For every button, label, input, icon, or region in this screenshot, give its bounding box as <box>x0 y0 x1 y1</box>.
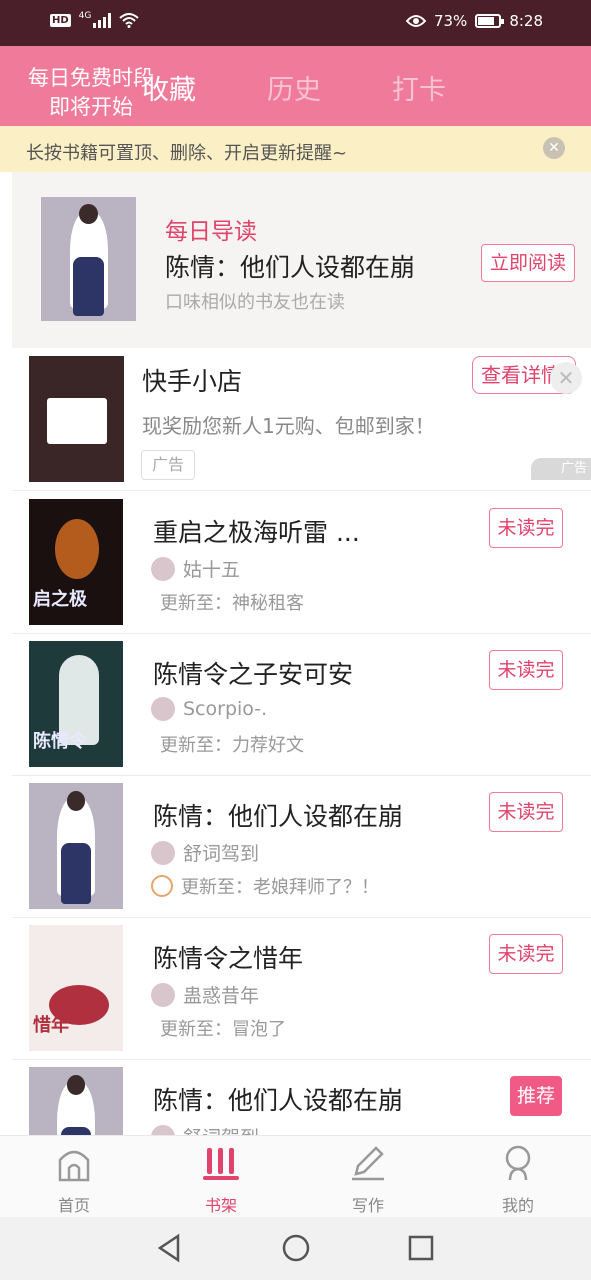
nav-profile-label: 我的 <box>501 1196 534 1215</box>
book-update: 更新至：老娘拜师了？！ <box>151 873 379 899</box>
clock-icon <box>151 875 173 897</box>
book-row[interactable]: 陈情：他们人设都在崩 舒词驾到 更新至：老娘拜师了？！ 未读完 <box>0 775 591 917</box>
eye-icon <box>405 15 426 27</box>
book-author: Scorpio-. <box>151 697 267 721</box>
close-ad-icon[interactable]: ✕ <box>550 362 582 394</box>
home-circle-icon[interactable] <box>281 1233 311 1263</box>
avatar <box>151 556 175 581</box>
recents-icon[interactable] <box>407 1233 435 1263</box>
book-title: 陈情：他们人设都在崩 <box>153 1086 404 1115</box>
unread-status-button[interactable]: 未读完 <box>489 508 563 548</box>
guide-subtitle: 口味相似的书友也在读 <box>165 292 345 313</box>
avatar <box>151 697 175 721</box>
unread-status-button[interactable]: 未读完 <box>489 934 563 974</box>
book-author: 舒词驾到 <box>151 839 259 866</box>
book-update: 更新至：神秘租客 <box>160 593 304 614</box>
book-update: 更新至：冒泡了 <box>160 1019 286 1040</box>
bookshelf-list: 启之极 重启之极海听雷 ... 姑十五 更新至：神秘租客 未读完 陈情令 陈情令… <box>0 491 591 1139</box>
book-title: 重启之极海听雷 ... <box>153 518 360 547</box>
book-title: 陈情令之惜年 <box>153 944 304 973</box>
nav-write-label: 写作 <box>351 1196 384 1215</box>
unread-status-button[interactable]: 未读完 <box>489 650 563 690</box>
read-now-button[interactable]: 立即阅读 <box>481 244 575 282</box>
tab-favorites[interactable]: 收藏 <box>142 68 196 107</box>
book-title: 陈情令之子安可安 <box>153 660 354 689</box>
tip-bar: 长按书籍可置顶、删除、开启更新提醒~ ✕ <box>0 126 591 172</box>
daily-guide-card[interactable]: 每日导读 陈情：他们人设都在崩 口味相似的书友也在读 立即阅读 <box>12 172 591 348</box>
bottom-nav: 首页 书架 写作 我的 <box>0 1135 591 1217</box>
status-bar: HD 4G 73% 8:28 <box>0 0 591 46</box>
tab-history[interactable]: 历史 <box>267 68 321 107</box>
book-cover <box>41 197 136 321</box>
nav-profile[interactable]: 我的 <box>478 1144 558 1216</box>
tip-text: 长按书籍可置顶、删除、开启更新提醒~ <box>26 143 348 164</box>
avatar <box>151 840 175 865</box>
pencil-icon <box>352 1146 384 1181</box>
signal-icon <box>93 12 112 28</box>
nav-home-label: 首页 <box>57 1196 90 1215</box>
nav-home[interactable]: 首页 <box>34 1144 114 1216</box>
nav-bookshelf-label: 书架 <box>204 1196 237 1215</box>
ad-card[interactable]: 快手小店 现奖励您新人1元购、包邮到家！ 广告 查看详情 ✕ 广告 <box>12 348 591 491</box>
bookshelf-icon <box>203 1148 239 1180</box>
ad-tag: 广告 <box>141 450 195 480</box>
nav-bookshelf[interactable]: 书架 <box>181 1144 261 1216</box>
back-icon[interactable] <box>156 1233 182 1263</box>
network-type: 4G <box>78 11 92 21</box>
clock-time: 8:28 <box>509 12 543 30</box>
book-row[interactable]: 陈情：他们人设都在崩 舒词驾到 推荐 <box>0 1059 591 1139</box>
home-icon <box>58 1150 90 1182</box>
book-cover <box>29 783 123 909</box>
book-row[interactable]: 惜年 陈情令之惜年 蛊惑昔年 更新至：冒泡了 未读完 <box>0 917 591 1059</box>
book-cover: 陈情令 <box>29 641 123 767</box>
ad-corner-label: 广告 <box>531 458 591 480</box>
tab-checkin[interactable]: 打卡 <box>392 68 446 107</box>
recommend-badge[interactable]: 推荐 <box>510 1076 562 1116</box>
nav-write[interactable]: 写作 <box>328 1144 408 1216</box>
system-nav-bar <box>0 1217 591 1280</box>
close-icon[interactable]: ✕ <box>543 137 565 159</box>
book-title: 陈情：他们人设都在崩 <box>165 253 416 282</box>
avatar <box>151 982 175 1007</box>
unread-status-button[interactable]: 未读完 <box>489 792 563 832</box>
book-title: 陈情：他们人设都在崩 <box>153 802 404 831</box>
hd-badge: HD <box>50 13 71 27</box>
top-header: 每日免费时段 即将开始 收藏 历史 打卡 <box>0 46 591 126</box>
book-update: 更新至：力荐好文 <box>160 735 304 756</box>
book-row[interactable]: 陈情令 陈情令之子安可安 Scorpio-. 更新至：力荐好文 未读完 <box>0 633 591 775</box>
daily-guide-label: 每日导读 <box>165 219 257 245</box>
ad-description: 现奖励您新人1元购、包邮到家！ <box>142 414 435 438</box>
ad-title: 快手小店 <box>142 367 243 396</box>
battery-icon <box>475 14 505 28</box>
book-cover <box>29 1067 123 1139</box>
wifi-icon <box>119 13 140 28</box>
book-author: 姑十五 <box>151 555 240 582</box>
battery-percent: 73% <box>433 12 468 30</box>
book-cover: 惜年 <box>29 925 123 1051</box>
book-author: 蛊惑昔年 <box>151 981 259 1008</box>
profile-icon <box>505 1145 531 1181</box>
book-cover: 启之极 <box>29 499 123 625</box>
ad-image <box>29 356 124 482</box>
book-row[interactable]: 启之极 重启之极海听雷 ... 姑十五 更新至：神秘租客 未读完 <box>0 491 591 633</box>
